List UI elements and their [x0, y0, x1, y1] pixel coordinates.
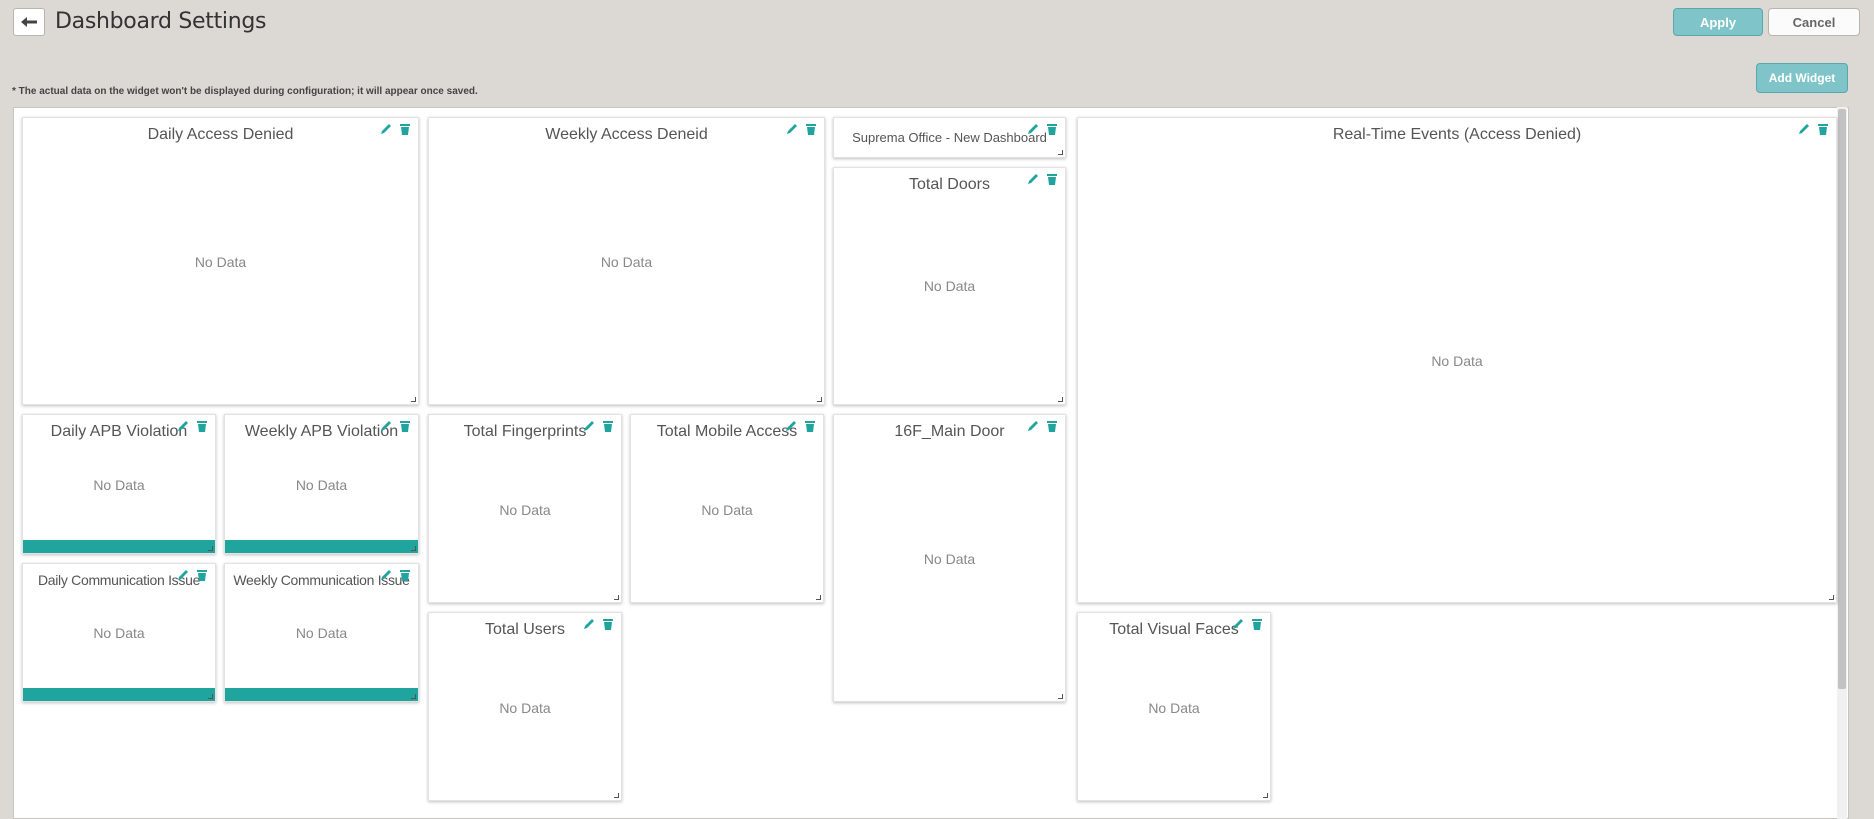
- widget-no-data: No Data: [194, 254, 247, 270]
- edit-pencil-icon[interactable]: [379, 419, 393, 433]
- delete-trash-icon[interactable]: [195, 419, 209, 433]
- edit-pencil-icon[interactable]: [379, 122, 393, 136]
- widget-total-visual-faces[interactable]: Total Visual Faces No Data: [1077, 612, 1271, 801]
- widget-total-mobile-access[interactable]: Total Mobile Access No Data: [630, 414, 824, 603]
- edit-pencil-icon[interactable]: [582, 617, 596, 631]
- delete-trash-icon[interactable]: [398, 568, 412, 582]
- widget-total-doors[interactable]: Total Doors No Data: [833, 167, 1066, 405]
- delete-trash-icon[interactable]: [1045, 419, 1059, 433]
- widget-title: Weekly Access Deneid: [545, 126, 708, 143]
- resize-handle[interactable]: [208, 546, 213, 551]
- widget-footer-bar: [225, 688, 418, 701]
- resize-handle[interactable]: [614, 595, 619, 600]
- edit-pencil-icon[interactable]: [1231, 617, 1245, 631]
- widget-suprema-office[interactable]: Suprema Office - New Dashboard: [833, 117, 1066, 158]
- delete-trash-icon[interactable]: [601, 419, 615, 433]
- delete-trash-icon[interactable]: [1816, 122, 1830, 136]
- widget-total-users[interactable]: Total Users No Data: [428, 612, 622, 801]
- edit-pencil-icon[interactable]: [582, 419, 596, 433]
- widget-daily-apb-violation[interactable]: Daily APB Violation No Data: [22, 414, 216, 554]
- widget-no-data: No Data: [499, 700, 551, 716]
- widget-no-data: No Data: [1431, 353, 1483, 369]
- widget-footer-bar: [225, 540, 418, 553]
- widget-total-fingerprints[interactable]: Total Fingerprints No Data: [428, 414, 622, 603]
- widget-no-data: No Data: [295, 625, 348, 641]
- widget-no-data: No Data: [93, 625, 145, 641]
- delete-trash-icon[interactable]: [1045, 172, 1059, 186]
- widget-daily-communication-issue[interactable]: Daily Communication Issue No Data: [22, 563, 216, 702]
- delete-trash-icon[interactable]: [398, 419, 412, 433]
- resize-handle[interactable]: [816, 595, 821, 600]
- edit-pencil-icon[interactable]: [379, 568, 393, 582]
- edit-pencil-icon[interactable]: [176, 419, 190, 433]
- resize-handle[interactable]: [411, 694, 416, 699]
- resize-handle[interactable]: [817, 397, 822, 402]
- resize-handle[interactable]: [1829, 595, 1834, 600]
- apply-button[interactable]: Apply: [1673, 8, 1763, 36]
- edit-pencil-icon[interactable]: [1797, 122, 1811, 136]
- edit-pencil-icon[interactable]: [785, 122, 799, 136]
- widget-no-data: No Data: [1148, 700, 1200, 716]
- widget-no-data: No Data: [499, 502, 551, 518]
- edit-pencil-icon[interactable]: [1026, 122, 1040, 136]
- edit-pencil-icon[interactable]: [784, 419, 798, 433]
- widget-daily-access-denied[interactable]: Daily Access Denied No Data: [22, 117, 419, 405]
- delete-trash-icon[interactable]: [804, 122, 818, 136]
- widget-no-data: No Data: [701, 502, 753, 518]
- resize-handle[interactable]: [1263, 793, 1268, 798]
- add-widget-button[interactable]: Add Widget: [1756, 63, 1848, 93]
- resize-handle[interactable]: [208, 694, 213, 699]
- widget-title: Real-Time Events (Access Denied): [1332, 126, 1582, 143]
- widget-title: Daily Access Denied: [147, 126, 294, 143]
- widget-footer-bar: [23, 540, 215, 553]
- configuration-note: * The actual data on the widget won't be…: [12, 86, 478, 97]
- widget-no-data: No Data: [600, 254, 653, 270]
- widget-no-data: No Data: [923, 278, 976, 294]
- back-button[interactable]: [13, 8, 45, 36]
- delete-trash-icon[interactable]: [1250, 617, 1264, 631]
- resize-handle[interactable]: [1058, 694, 1063, 699]
- arrow-left-icon: [21, 17, 37, 27]
- delete-trash-icon[interactable]: [803, 419, 817, 433]
- delete-trash-icon[interactable]: [195, 568, 209, 582]
- edit-pencil-icon[interactable]: [176, 568, 190, 582]
- resize-handle[interactable]: [411, 397, 416, 402]
- widget-no-data: No Data: [295, 477, 348, 493]
- resize-handle[interactable]: [1058, 397, 1063, 402]
- delete-trash-icon[interactable]: [398, 122, 412, 136]
- cancel-button[interactable]: Cancel: [1768, 8, 1860, 36]
- edit-pencil-icon[interactable]: [1026, 419, 1040, 433]
- scrollbar-thumb[interactable]: [1838, 109, 1846, 689]
- widget-weekly-access-deneid[interactable]: Weekly Access Deneid No Data: [428, 117, 825, 405]
- delete-trash-icon[interactable]: [1045, 122, 1059, 136]
- widget-weekly-communication-issue[interactable]: Weekly Communication Issue No Data: [224, 563, 419, 702]
- page-title: Dashboard Settings: [55, 9, 267, 34]
- widget-main-door[interactable]: 16F_Main Door No Data: [833, 414, 1066, 702]
- widget-footer-bar: [23, 688, 215, 701]
- delete-trash-icon[interactable]: [601, 617, 615, 631]
- widget-no-data: No Data: [923, 551, 976, 567]
- resize-handle[interactable]: [411, 546, 416, 551]
- widget-no-data: No Data: [93, 477, 145, 493]
- widget-realtime-events[interactable]: Real-Time Events (Access Denied) No Data: [1077, 117, 1837, 603]
- resize-handle[interactable]: [1058, 150, 1063, 155]
- resize-handle[interactable]: [614, 793, 619, 798]
- widget-weekly-apb-violation[interactable]: Weekly APB Violation No Data: [224, 414, 419, 554]
- edit-pencil-icon[interactable]: [1026, 172, 1040, 186]
